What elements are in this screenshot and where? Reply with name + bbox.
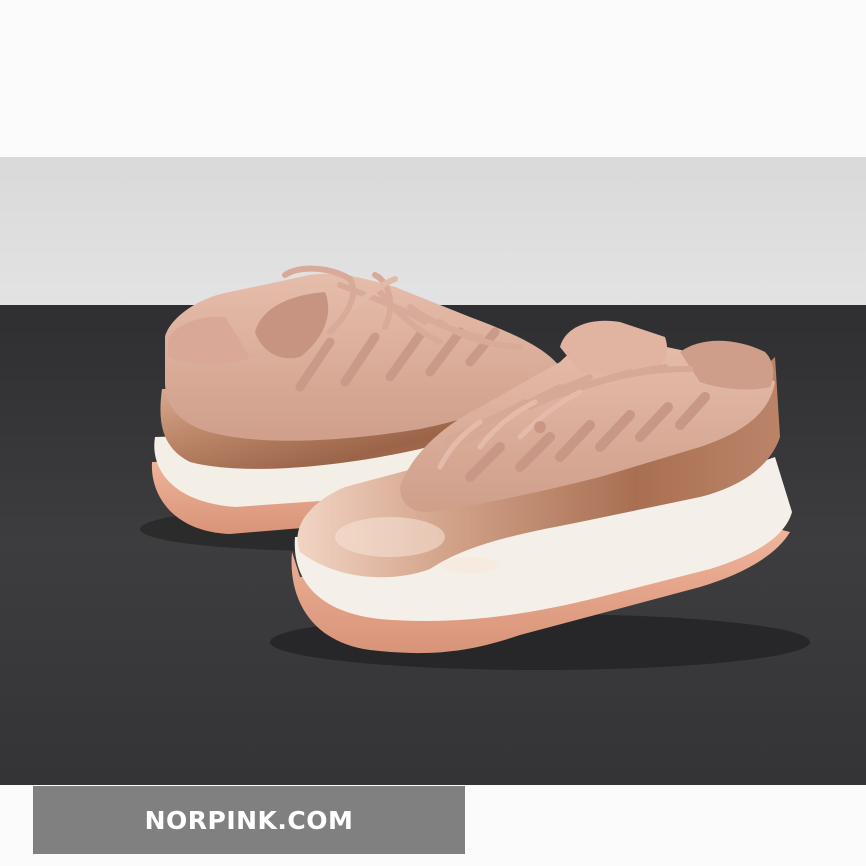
top-whitespace bbox=[0, 0, 866, 157]
watermark-label: NORPINK.COM bbox=[144, 805, 354, 835]
backdrop bbox=[0, 157, 866, 307]
watermark-banner: NORPINK.COM bbox=[33, 786, 465, 854]
product-photo bbox=[0, 157, 866, 785]
